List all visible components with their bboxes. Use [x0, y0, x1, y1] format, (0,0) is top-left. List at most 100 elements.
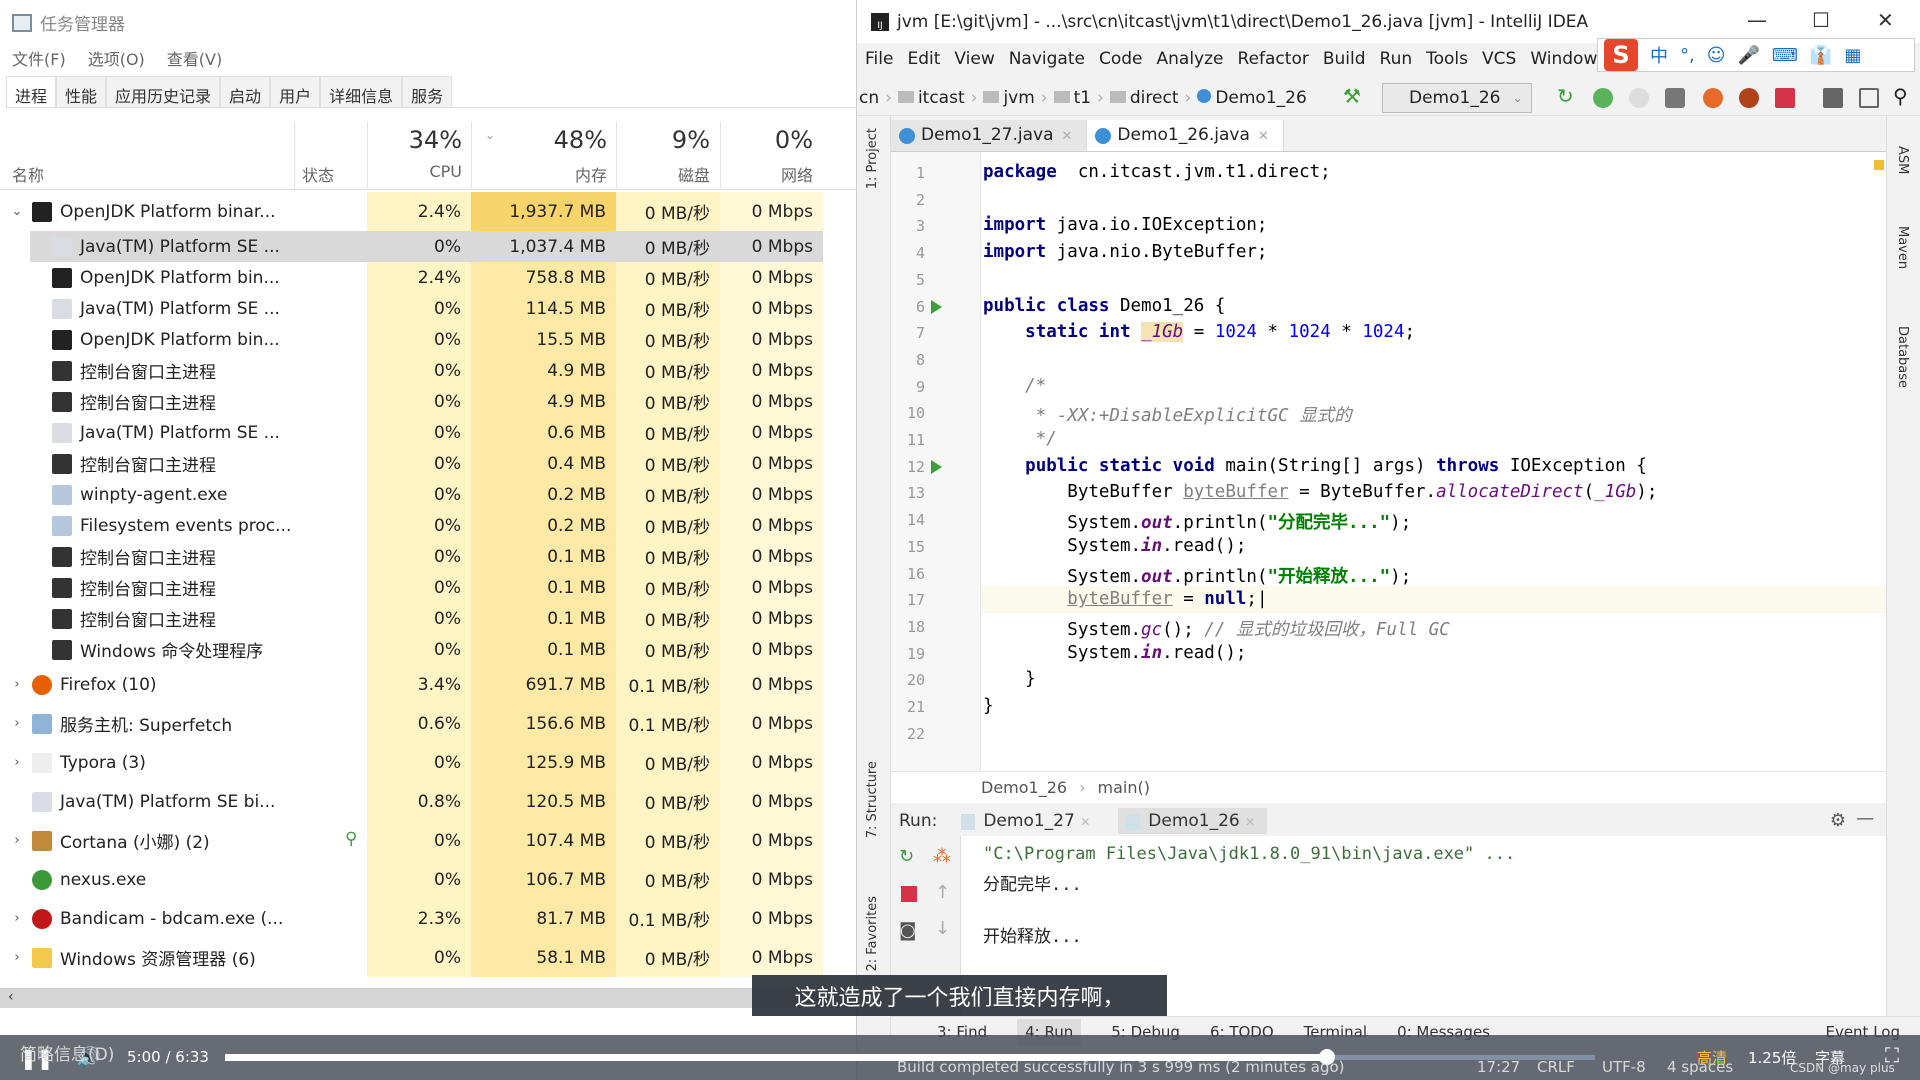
camera-icon[interactable]: ◙	[899, 920, 916, 941]
run-tab-demo1-27[interactable]: Demo1_27 ✕	[953, 808, 1102, 834]
build-hammer-icon[interactable]: ⚒	[1343, 84, 1361, 108]
ime-chinese-icon[interactable]: 中	[1650, 42, 1668, 68]
col-mem-pct[interactable]: 48%	[554, 126, 607, 154]
col-status[interactable]: 状态	[302, 162, 334, 186]
process-row[interactable]: Windows 命令处理程序 0% 0.1 MB 0 MB/秒 0 Mbps	[0, 634, 857, 665]
process-row[interactable]: 控制台窗口主进程 0% 4.9 MB 0 MB/秒 0 Mbps	[0, 386, 857, 417]
process-row[interactable]: › Bandicam - bdcam.exe (... 2.3% 81.7 MB 0.1…	[0, 899, 857, 938]
process-row[interactable]: Java(TM) Platform SE ... 0% 114.5 MB 0 MB/秒…	[0, 293, 857, 324]
process-row[interactable]: 控制台窗口主进程 0% 0.4 MB 0 MB/秒 0 Mbps	[0, 448, 857, 479]
breadcrumb-item[interactable]: itcast	[897, 88, 965, 108]
run-tab-demo1-26[interactable]: Demo1_26 ✕	[1118, 808, 1268, 834]
brief-info-button[interactable]: 简略信息(D)	[20, 1040, 114, 1065]
fullscreen-icon[interactable]: ⛶	[1885, 1043, 1899, 1067]
tab-startup[interactable]: 启动	[220, 76, 271, 107]
expand-chevron-icon[interactable]: ›	[10, 677, 24, 692]
crumb-method[interactable]: main()	[1097, 778, 1149, 797]
expand-chevron-icon[interactable]: ›	[10, 755, 24, 770]
stop-icon[interactable]	[901, 886, 917, 902]
profile-icon[interactable]	[1665, 88, 1685, 108]
col-disk[interactable]: 磁盘	[678, 162, 710, 186]
database-tool-button[interactable]: Database	[1895, 326, 1910, 388]
menu-vcs[interactable]: VCS	[1482, 49, 1516, 69]
settings-gear-icon[interactable]: ⚙	[1830, 810, 1846, 831]
tab-details[interactable]: 详细信息	[320, 76, 403, 107]
close-tab-icon[interactable]: ✕	[1080, 815, 1090, 829]
process-row[interactable]: ⌄ OpenJDK Platform binar... 2.4% 1,937.7 MB…	[0, 192, 857, 231]
run-config-select[interactable]: Demo1_26 ⌄	[1382, 83, 1532, 113]
jrebel-run-icon[interactable]	[1703, 88, 1723, 108]
analysis-warning-icon[interactable]	[1874, 160, 1884, 170]
jrebel-debug-icon[interactable]	[1739, 88, 1759, 108]
tab-demo1-26[interactable]: Demo1_26.java ✕	[1087, 120, 1284, 151]
process-row[interactable]: › Cortana (小娜) (2) ⚲ 0% 107.4 MB 0 MB/秒 0 Mbps	[0, 821, 857, 860]
process-row[interactable]: Java(TM) Platform SE bi... 0.8% 120.5 MB 0 …	[0, 782, 857, 821]
process-row[interactable]: › Windows 资源管理器 (6) 0% 58.1 MB 0 MB/秒 0 Mbps	[0, 938, 857, 977]
ime-user-icon[interactable]: 👔	[1810, 45, 1832, 66]
horizontal-scrollbar[interactable]: ‹	[0, 988, 857, 1008]
hide-panel-icon[interactable]: —	[1856, 808, 1874, 829]
run-gutter-icon[interactable]	[931, 299, 942, 314]
col-mem[interactable]: 内存	[575, 162, 607, 186]
process-row[interactable]: winpty-agent.exe 0% 0.2 MB 0 MB/秒 0 Mbps	[0, 479, 857, 510]
ime-voice-icon[interactable]: 🎤	[1738, 45, 1760, 66]
favorites-tool-button[interactable]: 2: Favorites	[865, 896, 880, 972]
menu-code[interactable]: Code	[1099, 49, 1143, 69]
scroll-left-icon[interactable]: ‹	[8, 989, 14, 1005]
sogou-logo-icon[interactable]: S	[1604, 39, 1638, 71]
structure-tool-button[interactable]: 7: Structure	[865, 761, 880, 838]
breadcrumb-item[interactable]: jvm	[983, 88, 1035, 108]
down-arrow-icon[interactable]: ↓	[935, 918, 950, 939]
menu-run[interactable]: Run	[1380, 49, 1413, 69]
stop-icon[interactable]	[1775, 88, 1795, 108]
expand-chevron-icon[interactable]: ⌄	[10, 204, 24, 219]
rerun-icon[interactable]: ↻	[899, 846, 914, 867]
asm-tool-button[interactable]: ASM	[1895, 146, 1910, 174]
crumb-class[interactable]: Demo1_26	[981, 778, 1067, 797]
menu-view[interactable]: 查看(V)	[167, 46, 222, 70]
tab-demo1-27[interactable]: Demo1_27.java ✕	[891, 120, 1088, 151]
window-icon[interactable]	[1859, 88, 1879, 108]
ime-emoji-icon[interactable]: ☺	[1707, 45, 1726, 66]
process-row[interactable]: OpenJDK Platform bin... 0% 15.5 MB 0 MB/秒 0 …	[0, 324, 857, 355]
run-gutter-icon[interactable]	[931, 459, 942, 474]
menu-options[interactable]: 选项(O)	[88, 46, 145, 70]
maven-tool-button[interactable]: Maven	[1895, 226, 1910, 269]
process-row[interactable]: Java(TM) Platform SE ... 0% 1,037.4 MB 0 MB…	[0, 231, 857, 262]
col-cpu[interactable]: CPU	[429, 162, 462, 181]
breadcrumb-item[interactable]: cn	[859, 88, 879, 108]
project-tool-button[interactable]: 1: Project	[865, 128, 880, 189]
process-row[interactable]: 控制台窗口主进程 0% 0.1 MB 0 MB/秒 0 Mbps	[0, 541, 857, 572]
close-icon[interactable]: ✕	[1877, 8, 1894, 32]
breadcrumb-item[interactable]: direct	[1109, 88, 1179, 108]
menu-build[interactable]: Build	[1323, 49, 1366, 69]
coverage-icon[interactable]	[1629, 88, 1649, 108]
up-arrow-icon[interactable]: ↑	[935, 882, 950, 903]
menu-navigate[interactable]: Navigate	[1009, 49, 1085, 69]
ime-punctuation-icon[interactable]: °,	[1680, 45, 1695, 66]
caret-position[interactable]: 17:27	[1477, 1058, 1520, 1076]
tab-processes[interactable]: 进程	[6, 76, 57, 107]
search-icon[interactable]: ⚲	[1893, 84, 1908, 108]
tab-services[interactable]: 服务	[402, 76, 453, 107]
tab-performance[interactable]: 性能	[56, 76, 107, 107]
expand-chevron-icon[interactable]: ›	[10, 716, 24, 731]
breadcrumb-item[interactable]: t1	[1053, 88, 1091, 108]
rerun-icon[interactable]: ↻	[1557, 84, 1577, 108]
expand-chevron-icon[interactable]: ›	[10, 833, 24, 848]
process-row[interactable]: › 服务主机: Superfetch 0.6% 156.6 MB 0.1 MB/秒 0 M…	[0, 704, 857, 743]
process-row[interactable]: › Firefox (10) 3.4% 691.7 MB 0.1 MB/秒 0 Mbps	[0, 665, 857, 704]
menu-window[interactable]: Window	[1530, 49, 1597, 69]
project-structure-icon[interactable]	[1823, 88, 1843, 108]
menu-analyze[interactable]: Analyze	[1157, 49, 1224, 69]
process-row[interactable]: OpenJDK Platform bin... 2.4% 758.8 MB 0 MB/…	[0, 262, 857, 293]
process-row[interactable]: Filesystem events proc... 0% 0.2 MB 0 MB/秒 0…	[0, 510, 857, 541]
jrebel-icon[interactable]: ⁂	[933, 846, 951, 867]
process-row[interactable]: Java(TM) Platform SE ... 0% 0.6 MB 0 MB/秒 0 …	[0, 417, 857, 448]
tab-users[interactable]: 用户	[270, 76, 321, 107]
col-net-pct[interactable]: 0%	[775, 126, 813, 154]
process-row[interactable]: 控制台窗口主进程 0% 0.1 MB 0 MB/秒 0 Mbps	[0, 572, 857, 603]
tab-app-history[interactable]: 应用历史记录	[106, 76, 221, 107]
maximize-icon[interactable]: ☐	[1812, 8, 1830, 32]
ime-keyboard-icon[interactable]: ⌨	[1772, 45, 1798, 66]
